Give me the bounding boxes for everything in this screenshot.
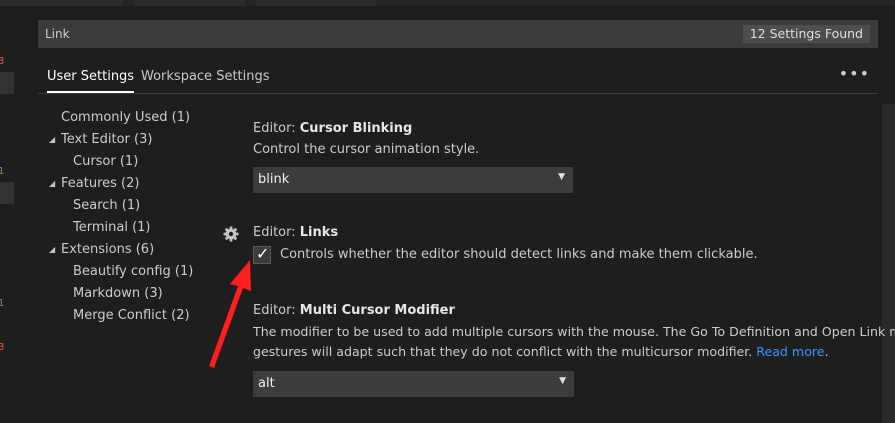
toc-item-features[interactable]: ◢ Features (2) (49, 173, 139, 195)
more-actions-button[interactable]: ••• (839, 62, 870, 86)
toc-item-label: Markdown (3) (73, 286, 163, 301)
gear-icon[interactable] (223, 226, 239, 242)
gutter-marker: 1 (0, 166, 5, 177)
setting-category: Editor: (253, 225, 300, 240)
select-value: alt (258, 376, 275, 391)
triangle-expanded-icon: ◢ (49, 135, 56, 144)
toc-item-markdown[interactable]: Markdown (3) (73, 283, 163, 305)
settings-count-badge: 12 Settings Found (742, 25, 870, 43)
multi-cursor-modifier-select[interactable]: alt ▼ (253, 371, 574, 397)
chevron-down-icon: ▼ (558, 172, 565, 182)
setting-multi-cursor-modifier: Editor: Multi Cursor Modifier The modifi… (253, 303, 895, 397)
setting-title: Editor: Cursor Blinking (253, 121, 573, 136)
toc-item-label: Features (2) (61, 176, 140, 191)
setting-name: Links (299, 225, 339, 240)
setting-cursor-blinking: Editor: Cursor Blinking Control the curs… (253, 121, 573, 193)
toc-item-extensions[interactable]: ◢ Extensions (6) (49, 239, 154, 261)
toc-item-label: Terminal (1) (73, 220, 151, 235)
chevron-down-icon: ▼ (559, 376, 566, 386)
setting-category: Editor: (253, 121, 300, 136)
gutter-marker: 3 (0, 56, 5, 67)
scrollbar[interactable] (882, 104, 895, 423)
toc-item-beautify-config[interactable]: Beautify config (1) (73, 261, 193, 283)
settings-search-input[interactable]: Link 12 Settings Found (38, 20, 878, 48)
gutter-highlight (0, 72, 14, 94)
check-icon: ✓ (256, 244, 270, 263)
toc-item-text-editor[interactable]: ◢ Text Editor (3) (49, 129, 152, 151)
editor-tab-strip (0, 0, 895, 6)
toc-item-label: Cursor (1) (73, 154, 139, 169)
triangle-expanded-icon: ◢ (49, 179, 56, 188)
toc-item-search[interactable]: Search (1) (73, 195, 140, 217)
cursor-blinking-select[interactable]: blink ▼ (253, 167, 573, 193)
editor-gutter: 3 1 1 3 (0, 6, 14, 423)
read-more-link[interactable]: Read more (756, 344, 824, 359)
setting-links: Editor: Links (253, 225, 338, 240)
toc-item-label: Merge Conflict (2) (73, 308, 190, 323)
setting-description: The modifier to be used to add multiple … (253, 322, 895, 362)
toc-item-commonly-used[interactable]: Commonly Used (1) (61, 107, 190, 129)
editor-tab[interactable] (0, 0, 123, 6)
description-text: gestures will adapt such that they do no… (253, 344, 757, 359)
gutter-highlight (0, 182, 14, 204)
toc-item-cursor[interactable]: Cursor (1) (73, 151, 138, 173)
description-line: The modifier to be used to add multiple … (253, 324, 895, 339)
tab-workspace-settings[interactable]: Workspace Settings (141, 62, 270, 91)
tab-user-settings[interactable]: User Settings (47, 62, 135, 93)
setting-name: Cursor Blinking (299, 121, 413, 136)
gutter-marker: 3 (0, 342, 5, 353)
toc-item-label: Search (1) (73, 198, 141, 213)
triangle-expanded-icon: ◢ (49, 245, 56, 254)
editor-tab[interactable] (256, 0, 376, 6)
settings-scope-tabs: User Settings Workspace Settings ••• (38, 62, 878, 94)
toc-item-label: Commonly Used (1) (61, 110, 191, 125)
toc-item-label: Beautify config (1) (73, 264, 194, 279)
annotation-arrow (209, 260, 251, 368)
toc-item-label: Text Editor (3) (61, 132, 153, 147)
setting-title: Editor: Multi Cursor Modifier (253, 303, 883, 318)
search-value: Link (45, 27, 70, 41)
setting-description: Control the cursor animation style. (253, 142, 480, 157)
setting-title: Editor: Links (253, 225, 338, 240)
setting-category: Editor: (253, 303, 300, 318)
gutter-marker: 1 (0, 298, 5, 309)
description-period: . (824, 344, 829, 359)
toc-item-label: Extensions (6) (61, 242, 155, 257)
setting-name: Multi Cursor Modifier (299, 303, 455, 318)
select-value: blink (258, 172, 290, 187)
description-line: gestures will adapt such that they do no… (253, 342, 883, 362)
toc-item-terminal[interactable]: Terminal (1) (73, 217, 151, 239)
toc-item-merge-conflict[interactable]: Merge Conflict (2) (73, 305, 190, 327)
editor-tab[interactable] (135, 0, 245, 6)
links-checkbox-label: Controls whether the editor should detec… (280, 247, 758, 262)
